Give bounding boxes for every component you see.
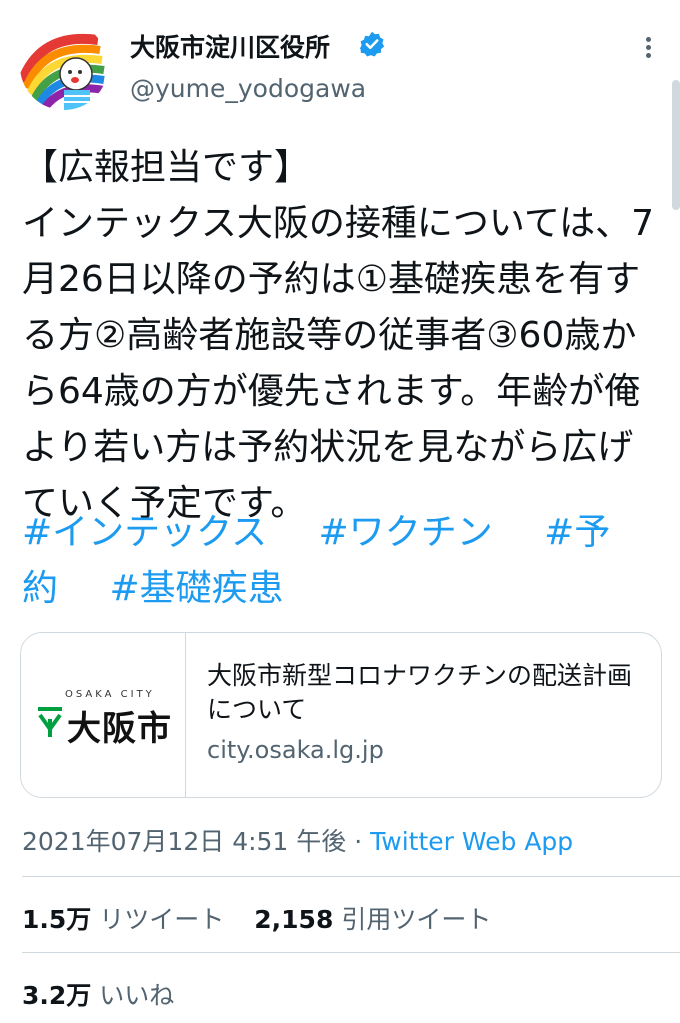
divider — [22, 952, 680, 953]
scrollbar-thumb[interactable] — [672, 80, 680, 210]
likes-stat[interactable]: 3.2万 いいね — [22, 981, 174, 1010]
rainbow-mascot-avatar — [20, 34, 105, 110]
account-handle[interactable]: @yume_yodogawa — [130, 74, 366, 103]
quotes-label: 引用ツイート — [341, 905, 492, 934]
retweets-count: 1.5万 — [22, 905, 92, 934]
divider — [22, 876, 680, 877]
display-name[interactable]: 大阪市淀川区役所 — [130, 28, 330, 64]
more-vertical-icon[interactable] — [638, 34, 658, 64]
logo-name: 大阪市 — [67, 709, 172, 749]
share-stats-row: 1.5万 リツイート 2,158 引用ツイート — [22, 900, 513, 936]
retweets-stat[interactable]: 1.5万 リツイート — [22, 905, 232, 934]
timestamp[interactable]: 2021年07月12日 4:51 午後 — [22, 827, 346, 856]
card-body: 大阪市新型コロナワクチンの配送計画について city.osaka.lg.jp — [207, 659, 647, 767]
quotes-stat[interactable]: 2,158 引用ツイート — [254, 905, 491, 934]
tweet-meta: 2021年07月12日 4:51 午後 · Twitter Web App — [22, 822, 573, 858]
verified-badge-icon — [359, 31, 385, 57]
likes-stats-row: 3.2万 いいね — [22, 976, 196, 1012]
osaka-city-logo: OSAKA CITY 大阪市 — [21, 633, 186, 797]
hashtag-link[interactable]: #ワクチン — [319, 512, 493, 553]
hashtag-link[interactable]: #インテックス — [22, 512, 267, 553]
likes-label: いいね — [99, 981, 175, 1010]
source-link[interactable]: Twitter Web App — [370, 827, 573, 856]
tweet-header: 大阪市淀川区役所 @yume_yodogawa — [0, 0, 680, 210]
link-card[interactable]: OSAKA CITY 大阪市 大阪市新型コロナワクチンの配送計画について cit… — [20, 632, 662, 798]
logo-small-text: OSAKA CITY — [65, 689, 155, 700]
hashtag-list: #インテックス #ワクチン #予約 #基礎疾患 — [22, 505, 667, 617]
meta-separator: · — [354, 827, 363, 856]
tweet-line: 【広報担当です】 — [22, 147, 311, 188]
quotes-count: 2,158 — [254, 905, 334, 934]
card-domain: city.osaka.lg.jp — [207, 736, 384, 764]
avatar[interactable] — [20, 22, 108, 110]
likes-count: 3.2万 — [22, 981, 92, 1010]
card-title: 大阪市新型コロナワクチンの配送計画について — [207, 661, 633, 724]
retweets-label: リツイート — [99, 905, 225, 934]
tweet-line: インテックス大阪の接種については、7月26日以降の予約は①基礎疾患を有する方②高… — [22, 203, 655, 524]
tweet-text: 【広報担当です】 インテックス大阪の接種については、7月26日以降の予約は①基礎… — [22, 140, 662, 532]
osaka-city-mark-icon — [38, 707, 62, 737]
hashtag-link[interactable]: #基礎疾患 — [109, 568, 283, 609]
